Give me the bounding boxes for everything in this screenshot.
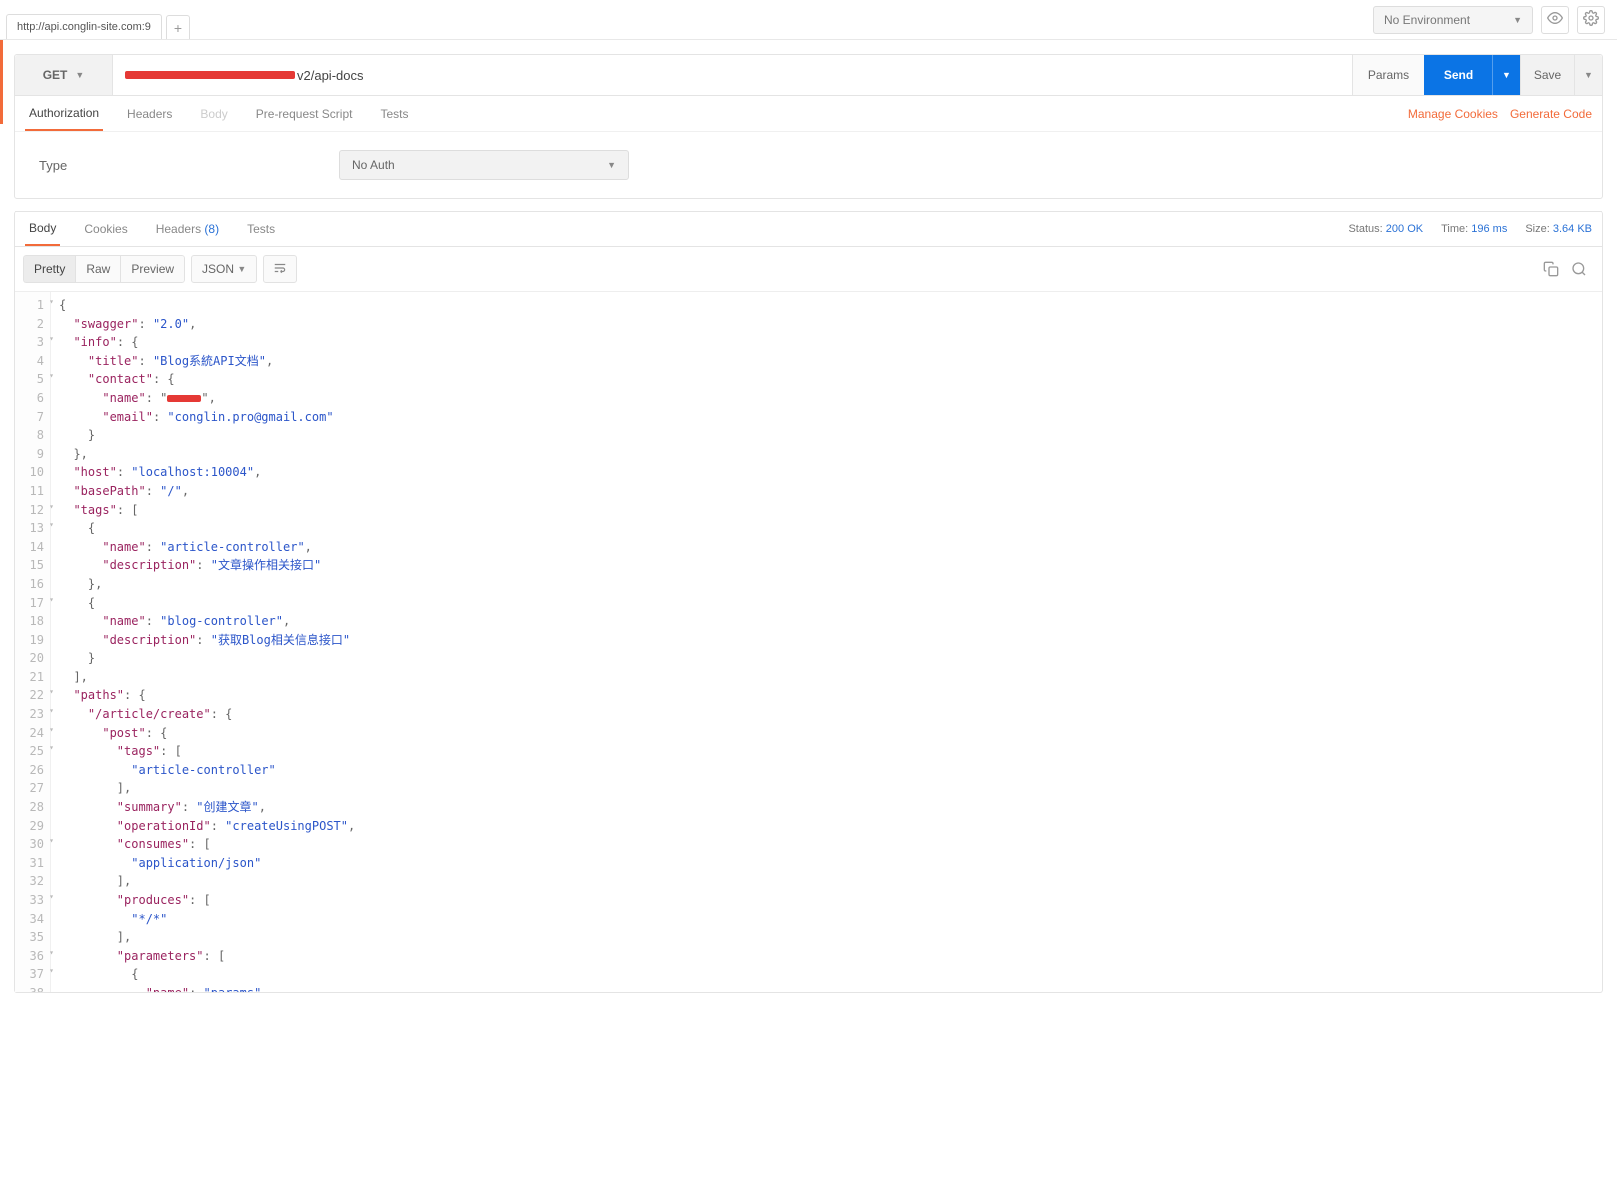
- response-tab-tests[interactable]: Tests: [243, 212, 279, 246]
- top-bar: http://api.conglin-site.com:9 + No Envir…: [0, 0, 1617, 40]
- chevron-down-icon: ▼: [1513, 15, 1522, 25]
- wrap-icon: [273, 261, 287, 278]
- tab-tests[interactable]: Tests: [376, 96, 412, 131]
- chevron-down-icon: ▼: [1502, 70, 1511, 80]
- http-method-select[interactable]: GET ▼: [15, 55, 113, 95]
- redacted-url-prefix: [125, 71, 295, 79]
- generate-code-link[interactable]: Generate Code: [1510, 107, 1592, 121]
- params-button[interactable]: Params: [1352, 55, 1424, 95]
- response-panel: Body Cookies Headers (8) Tests Status: 2…: [14, 211, 1603, 993]
- url-suffix: v2/api-docs: [297, 68, 363, 83]
- wrap-lines-button[interactable]: [263, 255, 297, 283]
- tab-authorization[interactable]: Authorization: [25, 96, 103, 131]
- params-label: Params: [1368, 68, 1409, 82]
- send-label: Send: [1444, 68, 1473, 82]
- format-select[interactable]: JSON ▼: [191, 255, 257, 283]
- view-pretty[interactable]: Pretty: [23, 255, 75, 283]
- response-tab-cookies[interactable]: Cookies: [80, 212, 131, 246]
- response-tab-body[interactable]: Body: [25, 212, 60, 246]
- save-button[interactable]: Save: [1520, 55, 1574, 95]
- request-panel: GET ▼ v2/api-docs Params Send ▼ Save ▼ A…: [14, 54, 1603, 199]
- chevron-down-icon: ▼: [237, 264, 246, 274]
- url-input[interactable]: v2/api-docs: [113, 55, 1352, 95]
- auth-type-value: No Auth: [352, 158, 395, 172]
- save-dropdown[interactable]: ▼: [1574, 55, 1602, 95]
- response-body-viewer[interactable]: 1234567891011121314151617181920212223242…: [15, 292, 1602, 992]
- auth-type-select[interactable]: No Auth ▼: [339, 150, 629, 180]
- view-preview[interactable]: Preview: [120, 255, 185, 283]
- tab-body[interactable]: Body: [196, 96, 231, 131]
- view-raw[interactable]: Raw: [75, 255, 120, 283]
- settings-button[interactable]: [1577, 6, 1605, 34]
- sidebar-collapsed-indicator: [0, 40, 3, 124]
- http-method-label: GET: [43, 68, 68, 82]
- quick-look-button[interactable]: [1541, 6, 1569, 34]
- line-gutter: 1234567891011121314151617181920212223242…: [15, 292, 51, 992]
- request-tab-label: http://api.conglin-site.com:9: [17, 21, 151, 33]
- chevron-down-icon: ▼: [75, 70, 84, 80]
- send-button[interactable]: Send: [1424, 55, 1492, 95]
- headers-count: (8): [204, 222, 219, 236]
- gear-icon: [1583, 10, 1599, 29]
- send-dropdown[interactable]: ▼: [1492, 55, 1520, 95]
- tab-headers[interactable]: Headers: [123, 96, 176, 131]
- search-button[interactable]: [1570, 260, 1588, 278]
- save-label: Save: [1534, 68, 1561, 82]
- time-info: Time: 196 ms: [1441, 223, 1507, 235]
- tab-pre-request-script[interactable]: Pre-request Script: [252, 96, 357, 131]
- request-tab[interactable]: http://api.conglin-site.com:9: [6, 14, 162, 39]
- auth-type-label: Type: [39, 158, 339, 173]
- copy-button[interactable]: [1542, 260, 1560, 278]
- response-tab-headers[interactable]: Headers (8): [152, 212, 223, 246]
- chevron-down-icon: ▼: [1584, 70, 1593, 80]
- eye-icon: [1547, 10, 1563, 29]
- add-tab-button[interactable]: +: [166, 15, 190, 39]
- plus-icon: +: [174, 20, 182, 36]
- manage-cookies-link[interactable]: Manage Cookies: [1408, 107, 1498, 121]
- environment-select[interactable]: No Environment ▼: [1373, 6, 1533, 34]
- status-info: Status: 200 OK: [1348, 223, 1423, 235]
- json-code: { "swagger": "2.0", "info": { "title": "…: [51, 292, 1602, 992]
- size-info: Size: 3.64 KB: [1525, 223, 1592, 235]
- environment-label: No Environment: [1384, 13, 1470, 27]
- chevron-down-icon: ▼: [607, 160, 616, 170]
